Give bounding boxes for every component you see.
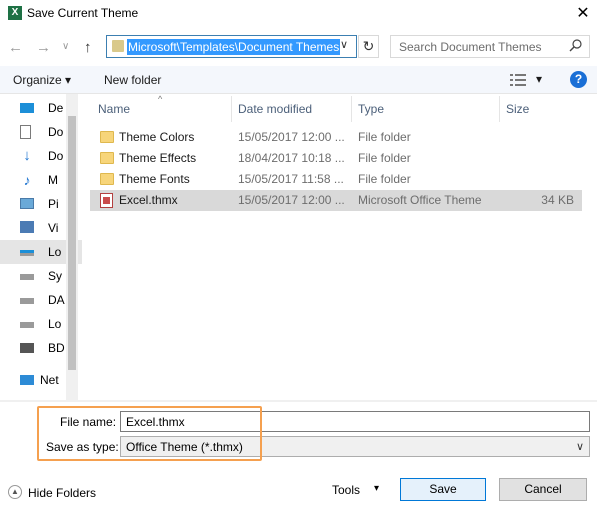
search-input[interactable]: Search Document Themes xyxy=(390,35,590,58)
navigation-scrollbar-thumb[interactable] xyxy=(68,116,76,370)
title-bar: X Save Current Theme ✕ xyxy=(0,0,597,28)
column-header-type[interactable]: Type xyxy=(352,96,500,122)
pictures-icon xyxy=(20,198,34,209)
view-options-icon[interactable] xyxy=(510,74,526,89)
help-icon[interactable]: ? xyxy=(570,71,587,88)
desktop-icon xyxy=(20,103,34,113)
folder-icon xyxy=(100,152,114,164)
column-header-size[interactable]: Size xyxy=(500,96,582,122)
file-row[interactable]: Theme Fonts 15/05/2017 11:58 ... File fo… xyxy=(90,169,582,190)
column-header-date[interactable]: Date modified xyxy=(232,96,352,122)
organize-menu[interactable]: Organize ▾ xyxy=(13,73,71,87)
file-row[interactable]: Theme Effects 18/04/2017 10:18 ... File … xyxy=(90,148,582,169)
annotation-highlight-box xyxy=(37,406,262,461)
folder-icon xyxy=(100,173,114,185)
pane-divider xyxy=(0,400,597,402)
close-button[interactable]: ✕ xyxy=(574,3,592,23)
refresh-button[interactable]: ↻ xyxy=(358,35,379,58)
chevron-down-icon: ∨ xyxy=(576,441,585,453)
up-arrow-icon[interactable]: ↑ xyxy=(84,39,92,56)
address-bar[interactable]: Microsoft\Templates\Document Themes ∨ xyxy=(106,35,357,58)
address-path[interactable]: Microsoft\Templates\Document Themes xyxy=(127,39,341,55)
music-icon: ♪ xyxy=(23,172,31,188)
folder-icon xyxy=(100,131,114,143)
file-row[interactable]: Theme Colors 15/05/2017 12:00 ... File f… xyxy=(90,127,582,148)
view-dropdown-icon[interactable]: ▾ xyxy=(536,72,542,86)
new-folder-button[interactable]: New folder xyxy=(104,73,161,87)
drive-icon xyxy=(20,298,34,304)
hide-folders-button[interactable]: Hide Folders xyxy=(28,486,96,500)
documents-icon xyxy=(20,125,31,139)
theme-file-icon xyxy=(100,193,113,208)
local-disk-icon xyxy=(20,250,34,256)
cancel-button[interactable]: Cancel xyxy=(499,478,587,501)
forward-arrow-icon[interactable]: → xyxy=(36,39,51,56)
excel-app-icon: X xyxy=(8,6,22,20)
tools-menu[interactable]: Tools xyxy=(332,483,360,497)
command-bar: Organize ▾ New folder ▾ ? xyxy=(0,66,597,94)
address-dropdown-icon[interactable]: ∨ xyxy=(340,38,348,51)
recent-locations-dropdown-icon[interactable]: ∨ xyxy=(62,41,69,52)
collapse-icon[interactable]: ▲ xyxy=(8,485,22,499)
back-arrow-icon[interactable]: ← xyxy=(8,39,23,56)
search-placeholder: Search Document Themes xyxy=(399,40,542,54)
tools-dropdown-icon[interactable]: ▾ xyxy=(374,483,379,494)
drive-icon xyxy=(20,274,34,280)
drive-icon xyxy=(20,322,34,328)
column-header-name[interactable]: Name xyxy=(92,96,232,122)
videos-icon xyxy=(20,221,34,233)
folder-icon xyxy=(112,40,124,52)
search-icon xyxy=(569,38,583,55)
downloads-icon: ↓ xyxy=(23,147,31,164)
file-row-selected[interactable]: Excel.thmx 15/05/2017 12:00 ... Microsof… xyxy=(90,190,582,211)
window-title: Save Current Theme xyxy=(27,6,139,20)
optical-drive-icon xyxy=(20,343,34,353)
save-button[interactable]: Save xyxy=(400,478,486,501)
network-icon xyxy=(20,375,34,385)
